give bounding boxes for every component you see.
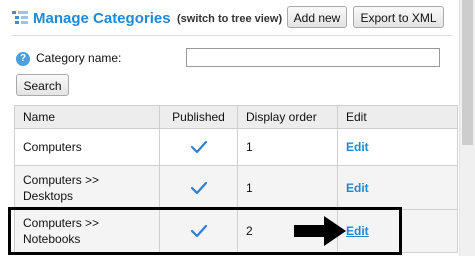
header-divider [12, 35, 452, 36]
add-new-button[interactable]: Add new [287, 6, 347, 28]
checkmark-icon [190, 141, 207, 154]
display-order-cell: 1 [237, 128, 338, 166]
edit-link[interactable]: Edit [346, 140, 369, 154]
table-header-row: Name Published Display order Edit [14, 105, 458, 129]
scrollbar-thumb[interactable] [462, 0, 473, 145]
table-row: Computers >> Desktops 1 Edit [14, 165, 458, 210]
column-header-published[interactable]: Published [159, 105, 238, 129]
edit-cell: Edit [337, 165, 458, 210]
category-name-text: Computers >> [23, 172, 100, 187]
vertical-scrollbar[interactable] [459, 0, 475, 256]
edit-link[interactable]: Edit [346, 181, 369, 195]
column-header-edit: Edit [337, 105, 458, 129]
category-name-text-line2: Desktops [23, 188, 74, 203]
category-name-label: Category name: [36, 51, 122, 65]
checkmark-icon [190, 181, 207, 194]
help-icon[interactable]: ? [16, 52, 30, 66]
published-cell [159, 128, 238, 166]
edit-cell: Edit [337, 128, 458, 166]
page-title: Manage Categories [33, 10, 171, 27]
arrow-right-icon [294, 216, 346, 246]
export-to-xml-button[interactable]: Export to XML [353, 6, 444, 28]
column-header-display-order[interactable]: Display order [237, 105, 338, 129]
search-button[interactable]: Search [16, 74, 69, 96]
category-name-cell: Computers >> Desktops [14, 165, 160, 210]
category-name-input[interactable] [186, 48, 440, 67]
category-name-text: Computers [23, 140, 82, 154]
display-order-cell: 1 [237, 165, 338, 210]
table-row: Computers 1 Edit [14, 128, 458, 166]
published-cell [159, 165, 238, 210]
column-header-name[interactable]: Name [14, 105, 160, 129]
switch-to-tree-view-link[interactable]: (switch to tree view) [177, 13, 282, 25]
category-list-icon [12, 11, 28, 24]
category-name-cell: Computers [14, 128, 160, 166]
